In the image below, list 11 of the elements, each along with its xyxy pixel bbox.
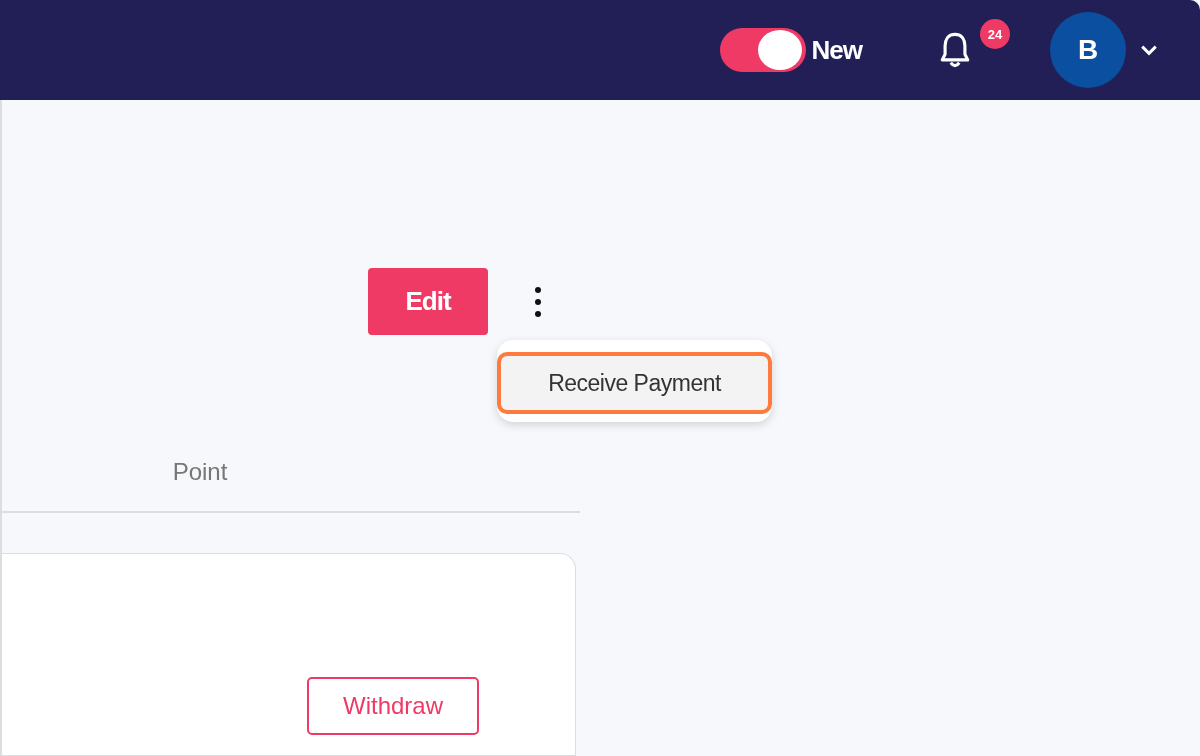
- withdraw-button[interactable]: Withdraw: [307, 677, 479, 735]
- notification-badge: 24: [980, 19, 1010, 49]
- chevron-down-icon[interactable]: [1140, 44, 1158, 56]
- toggle-label: New: [811, 34, 862, 66]
- tab[interactable]: Point: [142, 435, 258, 511]
- bell-icon[interactable]: [938, 30, 972, 70]
- more-options-icon[interactable]: [534, 285, 542, 318]
- menu-item[interactable]: Receive Payment: [497, 352, 772, 414]
- avatar[interactable]: B: [1050, 12, 1126, 88]
- toggle-switch[interactable]: [719, 28, 806, 72]
- edit-button[interactable]: Edit: [368, 268, 488, 335]
